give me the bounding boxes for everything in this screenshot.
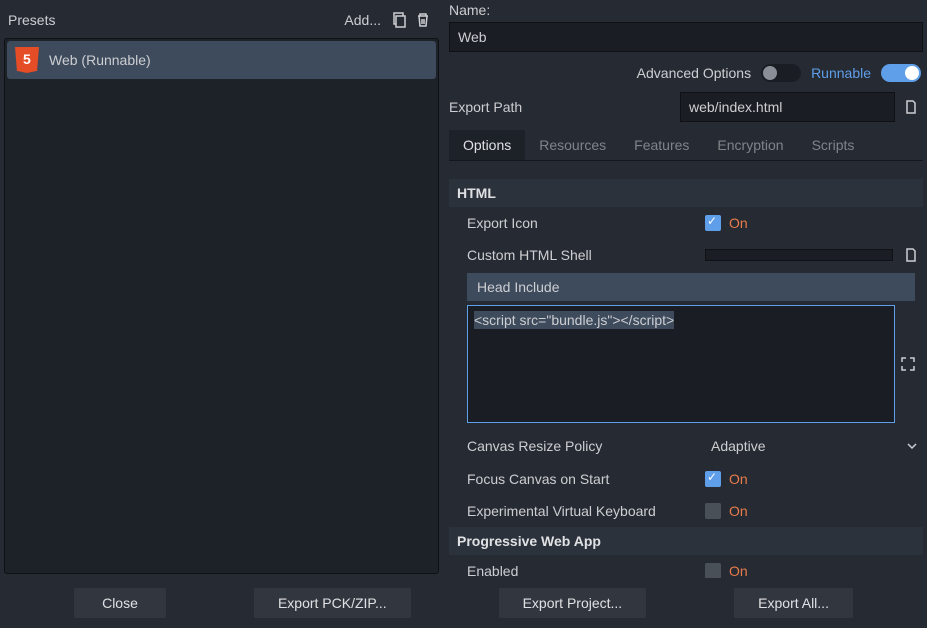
close-button[interactable]: Close [74,588,166,618]
preset-item-label: Web (Runnable) [49,52,151,68]
focus-canvas-value: On [729,471,748,487]
head-include-value: <script src="bundle.js"></script> [474,311,674,329]
section-html: HTML [449,179,923,207]
exp-vk-value: On [729,503,748,519]
canvas-resize-value: Adaptive [711,438,765,454]
advanced-options-label: Advanced Options [637,65,751,81]
tabs: Options Resources Features Encryption Sc… [449,130,923,161]
pwa-enabled-checkbox[interactable] [705,563,721,578]
advanced-options-toggle[interactable] [761,64,801,82]
tab-scripts[interactable]: Scripts [798,130,869,160]
runnable-label: Runnable [811,65,871,81]
exp-vk-checkbox[interactable] [705,503,721,519]
focus-canvas-label: Focus Canvas on Start [467,471,705,487]
tab-encryption[interactable]: Encryption [703,130,797,160]
export-icon-label: Export Icon [467,215,705,231]
tab-resources[interactable]: Resources [525,130,620,160]
export-path-label: Export Path [449,99,522,115]
add-preset-button[interactable]: Add... [338,8,387,32]
section-pwa: Progressive Web App [449,527,923,555]
chevron-down-icon [907,441,917,451]
copy-icon[interactable] [387,8,411,32]
tab-features[interactable]: Features [620,130,703,160]
name-input[interactable]: Web [449,22,923,52]
exp-vk-label: Experimental Virtual Keyboard [467,503,705,519]
export-project-button[interactable]: Export Project... [499,588,647,618]
pwa-enabled-value: On [729,563,748,578]
custom-shell-browse-icon[interactable] [901,244,923,266]
export-icon-value: On [729,215,748,231]
html5-icon [15,47,39,73]
focus-canvas-checkbox[interactable] [705,471,721,487]
export-pck-button[interactable]: Export PCK/ZIP... [254,588,411,618]
export-all-button[interactable]: Export All... [734,588,853,618]
trash-icon[interactable] [411,8,435,32]
preset-list: Web (Runnable) [4,38,439,574]
presets-title: Presets [8,12,338,28]
tab-options[interactable]: Options [449,130,525,160]
export-icon-checkbox[interactable] [705,215,721,231]
head-include-label: Head Include [467,273,915,301]
expand-icon[interactable] [900,356,916,372]
pwa-enabled-label: Enabled [467,563,705,578]
custom-shell-input[interactable] [705,249,893,261]
preset-item[interactable]: Web (Runnable) [7,41,436,79]
canvas-resize-select[interactable]: Adaptive [705,433,923,459]
browse-file-icon[interactable] [901,96,923,118]
name-label: Name: [449,0,923,20]
runnable-toggle[interactable] [881,64,921,82]
head-include-textarea[interactable]: <script src="bundle.js"></script> [467,305,895,423]
custom-shell-label: Custom HTML Shell [467,247,705,263]
canvas-resize-label: Canvas Resize Policy [467,438,705,454]
export-path-input[interactable]: web/index.html [680,92,895,122]
